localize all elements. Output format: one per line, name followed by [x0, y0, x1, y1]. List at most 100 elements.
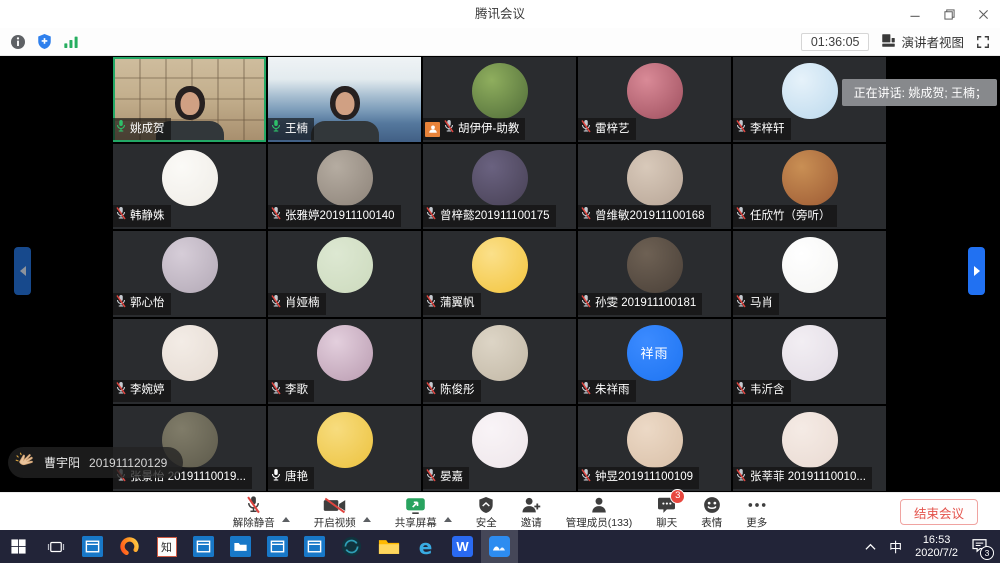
taskbar-icon-task-view[interactable]: [37, 530, 74, 563]
participant-name: 曾梓懿201911100175: [440, 208, 550, 225]
participant-tile[interactable]: 任欣竹（旁听）: [733, 144, 886, 229]
info-icon[interactable]: [10, 34, 26, 50]
show-hidden-icons-button[interactable]: [865, 543, 876, 551]
participant-tile[interactable]: 王楠: [268, 57, 421, 142]
participant-name-label: 王楠: [268, 118, 314, 140]
participant-name: 张雅婷201911100140: [285, 208, 395, 225]
participant-tile[interactable]: 孙雯 201911100181: [578, 231, 731, 316]
participant-tile[interactable]: 李歌: [268, 319, 421, 404]
next-page-arrow[interactable]: [968, 247, 985, 295]
camera-off-icon: [323, 495, 346, 514]
control-share-screen[interactable]: 共享屏幕: [395, 493, 437, 530]
speaker-view-button[interactable]: 演讲者视图: [881, 32, 964, 51]
participant-name-label: 曾梓懿201911100175: [423, 205, 556, 227]
participant-name: 李梓轩: [750, 121, 785, 138]
participant-name-label: 晏嘉: [423, 467, 469, 489]
taskbar-icon-app-window[interactable]: [296, 530, 333, 563]
participant-tile[interactable]: 马肖: [733, 231, 886, 316]
minimize-button[interactable]: [898, 0, 932, 28]
mic-status-icon: [425, 206, 437, 226]
control-label: 共享屏幕: [395, 515, 437, 530]
participant-name: 李歌: [285, 382, 308, 399]
participant-avatar: [317, 237, 373, 293]
taskbar-icon-zhihu[interactable]: 知: [148, 530, 185, 563]
participant-tile[interactable]: 唐艳: [268, 406, 421, 491]
participant-tile[interactable]: 韩静姝: [113, 144, 266, 229]
participant-tile[interactable]: 胡伊伊-助教: [423, 57, 576, 142]
participant-name-label: 李婉婷: [113, 380, 171, 402]
taskbar-icon-wps[interactable]: W: [444, 530, 481, 563]
participant-avatar: [317, 412, 373, 468]
network-signal-icon[interactable]: [63, 35, 79, 49]
control-emoji[interactable]: 表情: [701, 493, 722, 530]
participant-tile[interactable]: 祥雨 朱祥雨: [578, 319, 731, 404]
control-label: 聊天: [656, 515, 677, 530]
participant-tile[interactable]: 陈俊彤: [423, 319, 576, 404]
reaction-user-name: 曹宇阳: [44, 454, 80, 471]
participant-tile[interactable]: 肖娅楠: [268, 231, 421, 316]
mic-status-icon: [425, 294, 437, 314]
participant-name: 曾维敏201911100168: [595, 208, 705, 225]
member-role-badge-icon: [425, 122, 440, 137]
fullscreen-button[interactable]: [976, 35, 990, 49]
end-meeting-button[interactable]: 结束会议: [900, 499, 978, 525]
mic-status-icon: [425, 468, 437, 488]
control-label: 表情: [701, 515, 722, 530]
mic-status-icon: [270, 381, 282, 401]
action-center-button[interactable]: 3: [971, 538, 988, 556]
participant-tile[interactable]: 蒲翼帆: [423, 231, 576, 316]
participant-tile[interactable]: 曾梓懿201911100175: [423, 144, 576, 229]
participant-tile[interactable]: 张雅婷201911100140: [268, 144, 421, 229]
close-button[interactable]: [966, 0, 1000, 28]
control-unmute[interactable]: 解除静音: [233, 493, 275, 530]
participant-avatar: [627, 237, 683, 293]
taskbar-icon-edge[interactable]: e: [407, 530, 444, 563]
taskbar-icon-dark-app[interactable]: [333, 530, 370, 563]
taskbar-icon-app-window[interactable]: [74, 530, 111, 563]
participant-tile[interactable]: 张莘菲 20191110010...: [733, 406, 886, 491]
control-members[interactable]: 管理成员(133): [566, 493, 633, 530]
security-shield-icon[interactable]: [37, 33, 52, 50]
participant-tile[interactable]: 雷梓艺: [578, 57, 731, 142]
participant-name: 雷梓艺: [595, 121, 630, 138]
submenu-caret-share-screen[interactable]: [444, 502, 452, 517]
control-chat[interactable]: 3聊天: [656, 493, 677, 530]
mic-status-icon: [580, 381, 592, 401]
taskbar-icon-tencent-meeting[interactable]: [481, 530, 518, 563]
taskbar-icon-app-window[interactable]: [185, 530, 222, 563]
taskbar-icon-file-explorer[interactable]: [370, 530, 407, 563]
participant-tile[interactable]: 钟昱201911100109: [578, 406, 731, 491]
control-group-unmute: 解除静音: [233, 493, 290, 530]
participant-tile[interactable]: 曾维敏201911100168: [578, 144, 731, 229]
participant-name-label: 张莘菲 20191110010...: [733, 467, 872, 489]
ime-indicator[interactable]: 中: [889, 537, 902, 556]
participant-tile[interactable]: 晏嘉: [423, 406, 576, 491]
participant-tile[interactable]: 姚成贺: [113, 57, 266, 142]
control-invite[interactable]: 邀请: [521, 493, 542, 530]
participant-name: 孙雯 201911100181: [595, 295, 696, 312]
participant-name-label: 韩静姝: [113, 205, 171, 227]
submenu-caret-unmute[interactable]: [282, 502, 290, 517]
submenu-caret-start-video[interactable]: [363, 502, 371, 517]
taskbar-icon-arc-browser[interactable]: [111, 530, 148, 563]
taskbar-clock[interactable]: 16:53 2020/7/2: [915, 534, 958, 560]
maximize-button[interactable]: [932, 0, 966, 28]
participant-avatar: 祥雨: [627, 325, 683, 381]
status-icons: [10, 33, 79, 50]
participant-avatar: [472, 63, 528, 119]
taskbar-icon-app-window[interactable]: [259, 530, 296, 563]
control-more[interactable]: 更多: [746, 493, 767, 530]
control-start-video[interactable]: 开启视频: [314, 493, 356, 530]
taskbar-icon-start[interactable]: [0, 530, 37, 563]
chevron-right-icon: [974, 266, 980, 276]
participant-tile[interactable]: 郭心怡: [113, 231, 266, 316]
control-security[interactable]: 安全: [476, 493, 497, 530]
mic-status-icon: [735, 206, 747, 226]
mic-status-icon: [580, 294, 592, 314]
shield-dark-icon: [478, 495, 494, 514]
participant-tile[interactable]: 韦沂含: [733, 319, 886, 404]
previous-page-arrow[interactable]: [14, 247, 31, 295]
taskbar-icon-folder-app[interactable]: [222, 530, 259, 563]
participant-name: 任欣竹（旁听）: [750, 208, 831, 225]
participant-tile[interactable]: 李婉婷: [113, 319, 266, 404]
